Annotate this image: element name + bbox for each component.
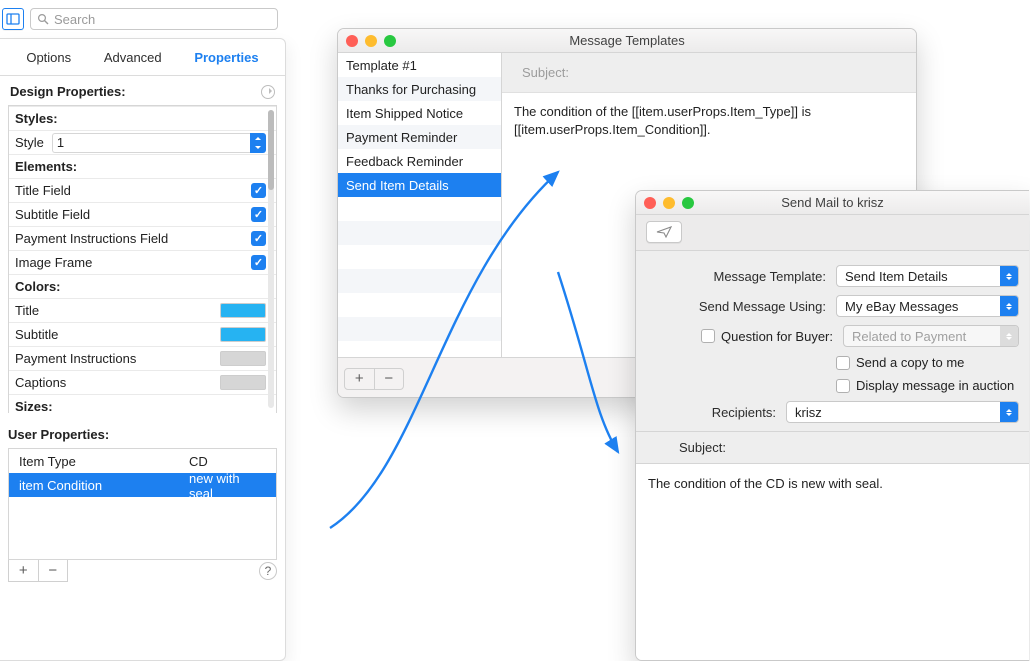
userprop-value: new with seal (189, 471, 266, 501)
templates-plusminus: + − (344, 368, 404, 390)
list-item[interactable]: Template #1 (338, 53, 501, 77)
scrollbar[interactable] (268, 110, 274, 408)
display-label: Display message in auction (856, 378, 1014, 393)
search-input[interactable]: Search (30, 8, 278, 30)
recipients-label: Recipients: (636, 405, 776, 420)
payment-instructions-field-label: Payment Instructions Field (15, 231, 168, 246)
panel-tabs: Options Advanced Properties (0, 39, 285, 76)
color-captions-swatch[interactable] (220, 375, 266, 390)
tab-properties[interactable]: Properties (194, 50, 258, 65)
list-item[interactable]: Feedback Reminder (338, 149, 501, 173)
mail-form: Message Template: Send Item Details Send… (636, 251, 1029, 432)
image-frame-label: Image Frame (15, 255, 92, 270)
mail-body[interactable]: The condition of the CD is new with seal… (636, 464, 1029, 661)
close-icon[interactable] (346, 35, 358, 47)
close-icon[interactable] (644, 197, 656, 209)
template-select[interactable]: Send Item Details (836, 265, 1019, 287)
image-frame-checkbox[interactable] (251, 255, 266, 270)
group-colors: Colors: (15, 279, 61, 294)
send-mail-window: Send Mail to krisz Message Template: Sen… (635, 190, 1029, 661)
template-list[interactable]: Template #1 Thanks for Purchasing Item S… (338, 53, 502, 357)
minimize-icon[interactable] (365, 35, 377, 47)
color-title-swatch[interactable] (220, 303, 266, 318)
template-label: Message Template: (636, 269, 826, 284)
color-subtitle-swatch[interactable] (220, 327, 266, 342)
group-elements: Elements: (15, 159, 77, 174)
search-placeholder: Search (54, 12, 95, 27)
help-icon[interactable]: ? (259, 562, 277, 580)
color-title-label: Title (15, 303, 39, 318)
group-sizes: Sizes: (15, 399, 53, 414)
titlebar[interactable]: Message Templates (338, 29, 916, 53)
display-checkbox[interactable] (836, 379, 850, 393)
send-using-label: Send Message Using: (636, 299, 826, 314)
question-label: Question for Buyer: (721, 329, 833, 344)
list-item[interactable]: Send Item Details (338, 173, 501, 197)
minimize-icon[interactable] (663, 197, 675, 209)
user-properties-list[interactable]: Item Type CD item Condition new with sea… (8, 448, 277, 560)
window-title: Send Mail to krisz (636, 195, 1029, 210)
panel-toolbar: Search (0, 0, 286, 38)
userprop-key: item Condition (19, 478, 189, 493)
style-label: Style (15, 135, 44, 150)
list-item[interactable]: Payment Reminder (338, 125, 501, 149)
window-title: Message Templates (338, 33, 916, 48)
color-payment-swatch[interactable] (220, 351, 266, 366)
search-icon (37, 13, 49, 25)
subtitle-field-label: Subtitle Field (15, 207, 90, 222)
title-field-label: Title Field (15, 183, 71, 198)
user-properties: User Properties: Item Type CD item Condi… (8, 423, 277, 582)
tab-advanced[interactable]: Advanced (104, 50, 162, 65)
color-subtitle-label: Subtitle (15, 327, 58, 342)
userprops-plusminus: + − (8, 560, 68, 582)
recipients-select[interactable]: krisz (786, 401, 1019, 423)
list-item[interactable]: Thanks for Purchasing (338, 77, 501, 101)
style-stepper[interactable]: 1 (52, 133, 266, 153)
style-value: 1 (52, 133, 250, 153)
refresh-icon[interactable] (261, 85, 275, 99)
design-properties-header: Design Properties: (0, 76, 285, 105)
userprop-value: CD (189, 454, 208, 469)
remove-button[interactable]: − (38, 560, 68, 581)
group-styles: Styles: (15, 111, 58, 126)
payment-instructions-field-checkbox[interactable] (251, 231, 266, 246)
subtitle-field-checkbox[interactable] (251, 207, 266, 222)
add-button[interactable]: + (9, 560, 38, 581)
titlebar[interactable]: Send Mail to krisz (636, 191, 1029, 215)
design-properties-list: Styles: Style 1 Elements: Title Field Su… (8, 105, 277, 413)
design-properties-label: Design Properties: (10, 84, 126, 99)
view-toggle-icon[interactable] (2, 8, 24, 30)
add-button[interactable]: + (345, 369, 374, 389)
remove-button[interactable]: − (374, 369, 404, 389)
question-select: Related to Payment (843, 325, 1019, 347)
zoom-icon[interactable] (384, 35, 396, 47)
copy-label: Send a copy to me (856, 355, 964, 370)
table-row[interactable]: Item Type CD (9, 449, 276, 473)
user-properties-label: User Properties: (8, 427, 109, 442)
paper-plane-icon (656, 226, 672, 238)
send-using-select[interactable]: My eBay Messages (836, 295, 1019, 317)
table-row[interactable]: item Condition new with seal (9, 473, 276, 497)
color-captions-label: Captions (15, 375, 66, 390)
copy-checkbox[interactable] (836, 356, 850, 370)
zoom-icon[interactable] (682, 197, 694, 209)
subject-label: Subject: (522, 65, 569, 80)
color-payment-label: Payment Instructions (15, 351, 136, 366)
title-field-checkbox[interactable] (251, 183, 266, 198)
properties-panel: Options Advanced Properties Design Prope… (0, 38, 286, 661)
send-button[interactable] (646, 221, 682, 243)
userprop-key: Item Type (19, 454, 189, 469)
tab-options[interactable]: Options (26, 50, 71, 65)
list-item[interactable]: Item Shipped Notice (338, 101, 501, 125)
subject-label: Subject: (636, 440, 726, 455)
question-checkbox[interactable] (701, 329, 715, 343)
